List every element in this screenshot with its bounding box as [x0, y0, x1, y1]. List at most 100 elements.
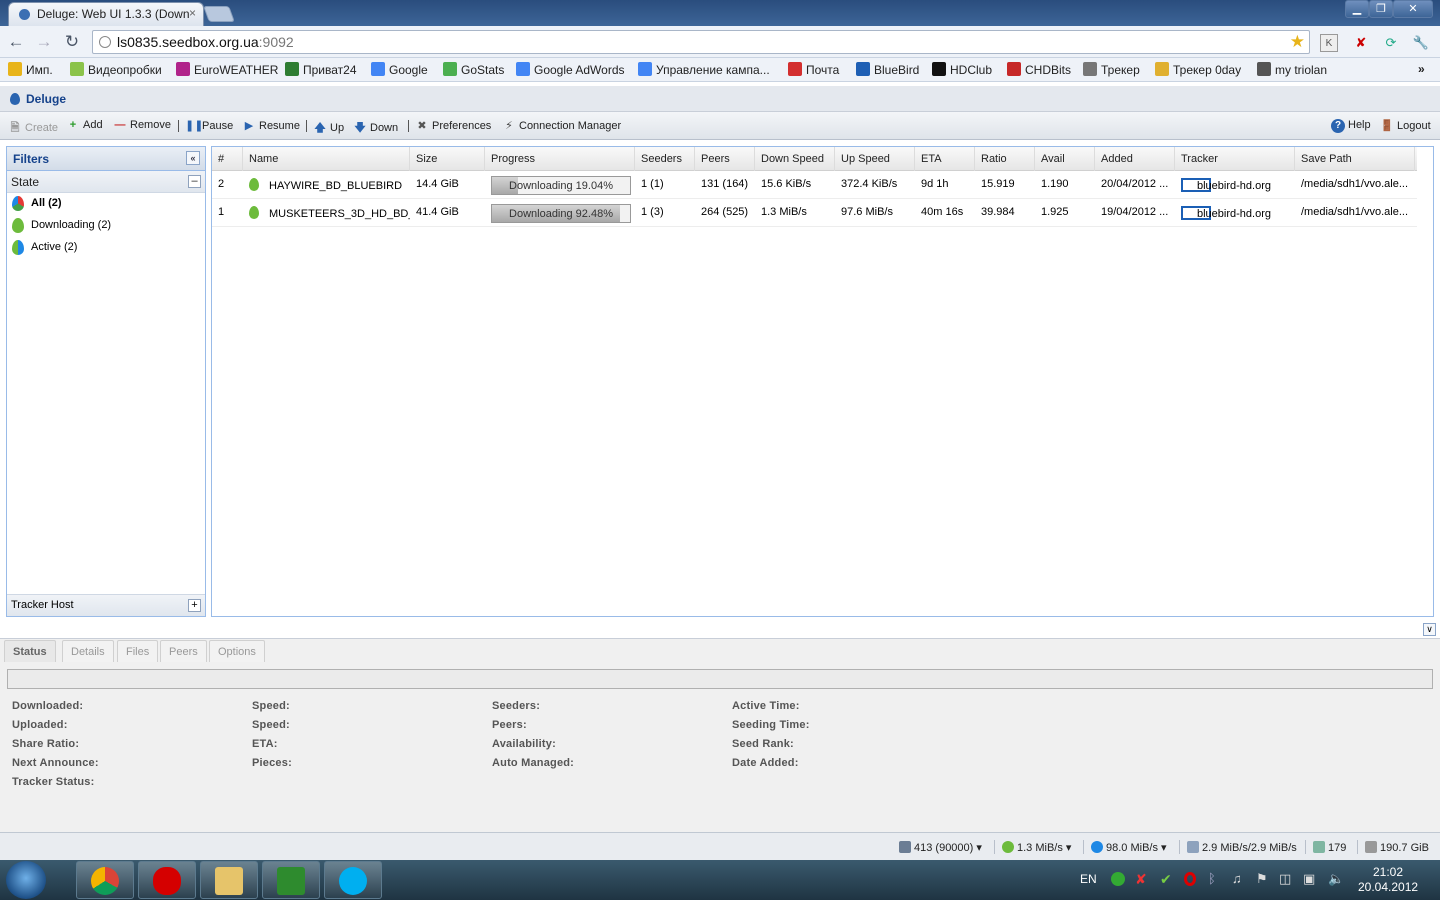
filter-item-active[interactable]: Active (2): [7, 237, 205, 259]
col-tracker-header[interactable]: Tracker: [1175, 147, 1295, 171]
tab-status[interactable]: Status: [4, 640, 56, 662]
extension-x-icon[interactable]: ✘: [1352, 34, 1370, 52]
torrent-row[interactable]: 1 MUSKETEERS_3D_HD_BD_BLUEBIRD 41.4 GiB Dow…: [212, 199, 1417, 227]
filter-item-downloading[interactable]: Downloading (2): [7, 215, 205, 237]
tab-close-icon[interactable]: ×: [189, 6, 196, 20]
col-added-header[interactable]: Added: [1095, 147, 1175, 171]
bookmark-item[interactable]: HDClub: [932, 62, 992, 77]
preferences-button[interactable]: ✖ Preferences: [415, 119, 491, 132]
bookmark-item[interactable]: my triolan: [1257, 62, 1327, 77]
new-tab-button[interactable]: [203, 6, 235, 22]
pause-button[interactable]: ❚❚Pause: [185, 119, 233, 132]
wrench-icon[interactable]: 🔧: [1412, 34, 1430, 52]
extension-k-icon[interactable]: K: [1320, 34, 1338, 52]
bookmark-favicon-icon: [1007, 62, 1021, 76]
start-button[interactable]: [6, 861, 46, 899]
reload-icon[interactable]: ↻: [62, 32, 82, 52]
col-name-header[interactable]: Name: [243, 147, 410, 171]
maximize-button[interactable]: ❐: [1369, 0, 1393, 18]
bookmark-item[interactable]: Трекер: [1083, 62, 1140, 77]
connections-status[interactable]: 413 (90000) ▾: [899, 841, 982, 854]
col-size-header[interactable]: Size: [410, 147, 485, 171]
tray-x-icon[interactable]: ✘: [1135, 871, 1147, 888]
col-name-cell: MUSKETEERS_3D_HD_BD_BLUEBIRD: [243, 199, 410, 227]
address-bar[interactable]: ls0835.seedbox.org.ua:9092 ★: [92, 30, 1310, 54]
tab-files[interactable]: Files: [117, 640, 159, 662]
col-progress-header[interactable]: Progress: [485, 147, 635, 171]
taskbar-skype[interactable]: [324, 861, 382, 899]
back-arrow-icon[interactable]: ←: [6, 32, 26, 52]
logout-button[interactable]: 🚪 Logout: [1380, 119, 1431, 132]
bookmark-favicon-icon: [371, 62, 385, 76]
bookmark-item[interactable]: Трекер 0day: [1155, 62, 1241, 77]
taskbar-explorer[interactable]: [200, 861, 258, 899]
expand-plus-icon[interactable]: +: [188, 599, 201, 612]
network-tray-icon[interactable]: ▣: [1303, 871, 1315, 887]
bookmark-star-icon[interactable]: ★: [1290, 32, 1305, 52]
bookmark-item[interactable]: Почта: [788, 62, 839, 77]
col-eta-cell: 9d 1h: [921, 178, 949, 190]
col-avail-header[interactable]: Avail: [1035, 147, 1095, 171]
col-seeders-header[interactable]: Seeders: [635, 147, 695, 171]
col-ratio-header[interactable]: Ratio: [975, 147, 1035, 171]
bookmark-item[interactable]: EuroWEATHER: [176, 62, 278, 77]
music-icon[interactable]: ♫: [1232, 871, 1242, 886]
taskbar-chrome[interactable]: [76, 861, 134, 899]
bookmark-item[interactable]: Видеопробки: [70, 62, 162, 77]
tab-peers[interactable]: Peers: [160, 640, 207, 662]
col-up-speed-header[interactable]: Up Speed: [835, 147, 915, 171]
forward-arrow-icon[interactable]: →: [34, 32, 54, 52]
usb-device-icon[interactable]: ◫: [1279, 871, 1291, 887]
bookmarks-overflow-button[interactable]: »: [1418, 62, 1425, 76]
add-button[interactable]: + Add: [66, 119, 103, 131]
col-save-path-header[interactable]: Save Path: [1295, 147, 1415, 171]
col-number-header[interactable]: #: [212, 147, 243, 171]
browser-tab[interactable]: Deluge: Web UI 1.3.3 (Down ×: [8, 2, 204, 26]
remove-button[interactable]: — Remove: [113, 119, 171, 131]
tab-options[interactable]: Options: [209, 640, 265, 662]
bookmark-item[interactable]: Имп.: [8, 62, 53, 77]
col-peers-header[interactable]: Peers: [695, 147, 755, 171]
bookmark-item[interactable]: CHDBits: [1007, 62, 1071, 77]
torrent-row[interactable]: 2 HAYWIRE_BD_BLUEBIRD 14.4 GiB Downloading …: [212, 171, 1417, 199]
tab-details[interactable]: Details: [62, 640, 114, 662]
col-peers-cell: 264 (525): [701, 206, 749, 218]
taskbar-utorrent[interactable]: [262, 861, 320, 899]
bookmark-item[interactable]: BlueBird: [856, 62, 919, 77]
minimize-button[interactable]: ▁: [1345, 0, 1369, 18]
collapse-left-icon[interactable]: «: [186, 151, 200, 165]
bookmark-item[interactable]: Google: [371, 62, 428, 77]
tray-check-icon[interactable]: ✔: [1160, 871, 1172, 888]
state-filter-header[interactable]: State –: [7, 171, 205, 193]
action-center-flag-icon[interactable]: ⚑: [1256, 871, 1268, 887]
bookmark-item[interactable]: Google AdWords: [516, 62, 625, 77]
upload-speed-status[interactable]: 98.0 MiB/s ▾: [1091, 841, 1167, 854]
extension-sync-icon[interactable]: ⟳: [1382, 34, 1400, 52]
bluetooth-icon[interactable]: ᛒ: [1208, 871, 1216, 886]
close-window-button[interactable]: ✕: [1393, 0, 1433, 18]
help-button[interactable]: ? Help: [1331, 119, 1371, 133]
bookmark-item[interactable]: Приват24: [285, 62, 357, 77]
taskbar-opera[interactable]: [138, 861, 196, 899]
tray-app-icon[interactable]: [1111, 872, 1125, 886]
col-down-speed-header[interactable]: Down Speed: [755, 147, 835, 171]
up-button[interactable]: 🡅 Up: [313, 119, 344, 138]
bookmark-item[interactable]: GoStats: [443, 62, 504, 77]
col-up-speed-cell: 372.4 KiB/s: [841, 178, 898, 190]
collapse-minus-icon[interactable]: –: [188, 175, 201, 188]
volume-icon[interactable]: 🔈: [1328, 871, 1344, 887]
down-button[interactable]: 🡇 Down: [353, 119, 398, 138]
collapse-down-icon[interactable]: ∨: [1423, 623, 1436, 636]
filter-item-all[interactable]: All (2): [7, 193, 205, 215]
download-speed-status[interactable]: 1.3 MiB/s ▾: [1002, 841, 1071, 854]
create-button[interactable]: 🗎 Create: [8, 119, 58, 138]
connection-manager-button[interactable]: ⚡ Connection Manager: [502, 119, 621, 132]
system-clock[interactable]: 21:02 20.04.2012: [1358, 865, 1418, 895]
col-eta-header[interactable]: ETA: [915, 147, 975, 171]
bookmark-label: EuroWEATHER: [194, 63, 279, 77]
bookmark-item[interactable]: Управление кампа...: [638, 62, 770, 77]
language-indicator[interactable]: EN: [1080, 872, 1097, 886]
resume-button[interactable]: ▶ Resume: [242, 119, 300, 132]
tracker-host-filter-header[interactable]: Tracker Host +: [7, 594, 205, 616]
tray-opera-icon[interactable]: [1184, 872, 1196, 886]
